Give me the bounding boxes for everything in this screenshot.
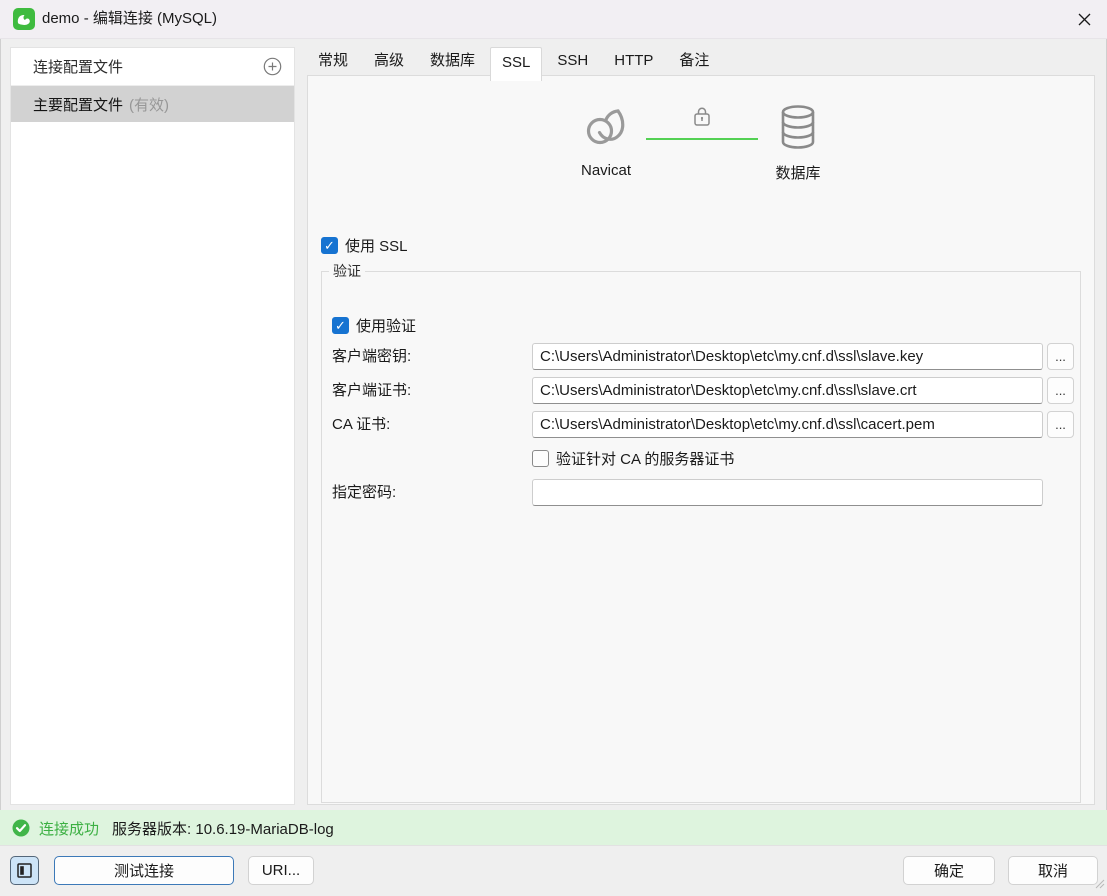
client-key-input[interactable]	[532, 343, 1043, 370]
tab-http[interactable]: HTTP	[603, 47, 664, 75]
connection-profiles-sidebar: 连接配置文件 主要配置文件 (有效)	[10, 47, 295, 805]
sidebar-item-main-profile[interactable]: 主要配置文件 (有效)	[11, 86, 294, 122]
client-cert-input[interactable]	[532, 377, 1043, 404]
client-key-browse-button[interactable]: ...	[1047, 343, 1074, 370]
verify-server-cert-checkbox[interactable]: 验证针对 CA 的服务器证书	[532, 448, 734, 469]
ca-cert-input[interactable]	[532, 411, 1043, 438]
diagram-navicat-label: Navicat	[546, 162, 666, 179]
server-version-text: 服务器版本: 10.6.19-MariaDB-log	[112, 818, 334, 839]
test-connection-button[interactable]: 测试连接	[54, 856, 234, 885]
profile-status-suffix: (有效)	[129, 94, 169, 115]
sidebar-toggle-button[interactable]	[10, 856, 39, 885]
passphrase-input[interactable]	[532, 479, 1043, 506]
title-bar: demo - 编辑连接 (MySQL)	[0, 0, 1107, 39]
ca-cert-browse-button[interactable]: ...	[1047, 411, 1074, 438]
use-authentication-checkbox-box[interactable]	[332, 317, 349, 334]
sidebar-header-label: 连接配置文件	[33, 56, 123, 77]
use-ssl-label: 使用 SSL	[345, 235, 408, 256]
add-profile-icon[interactable]	[263, 57, 282, 76]
profile-name: 主要配置文件	[33, 94, 123, 115]
ca-cert-label: CA 证书:	[332, 411, 390, 438]
uri-button[interactable]: URI...	[248, 856, 314, 885]
cancel-button[interactable]: 取消	[1008, 856, 1098, 885]
sidebar-header: 连接配置文件	[11, 48, 294, 86]
lock-icon	[693, 106, 711, 133]
connection-status-bar: 连接成功 服务器版本: 10.6.19-MariaDB-log	[0, 810, 1107, 846]
client-cert-browse-button[interactable]: ...	[1047, 377, 1074, 404]
panel-left-icon	[17, 863, 32, 878]
success-check-icon	[12, 819, 30, 837]
status-text: 连接成功	[39, 818, 99, 839]
database-icon	[778, 103, 818, 156]
authentication-group-title: 验证	[329, 261, 365, 281]
use-ssl-checkbox-box[interactable]	[321, 237, 338, 254]
tab-ssl[interactable]: SSL	[490, 47, 542, 81]
tab-general[interactable]: 常规	[307, 47, 359, 75]
client-cert-label: 客户端证书:	[332, 377, 411, 404]
navicat-logo-icon	[584, 104, 630, 155]
resize-grip[interactable]	[1095, 876, 1105, 894]
authentication-group: 验证 使用验证 客户端密钥: ... 客户端证书: ... CA 证书: ...…	[321, 261, 1081, 803]
use-authentication-label: 使用验证	[356, 315, 416, 336]
verify-server-cert-label: 验证针对 CA 的服务器证书	[556, 448, 734, 469]
passphrase-label: 指定密码:	[332, 479, 396, 506]
dialog-footer: 测试连接 URI... 确定 取消	[0, 845, 1107, 896]
use-authentication-checkbox[interactable]: 使用验证	[332, 315, 416, 336]
navicat-app-icon	[13, 8, 35, 30]
connection-line	[646, 138, 758, 140]
tab-notes[interactable]: 备注	[668, 47, 720, 75]
connection-tabs: 常规 高级 数据库 SSL SSH HTTP 备注	[307, 47, 724, 75]
diagram-database-label: 数据库	[738, 162, 858, 183]
close-icon[interactable]	[1061, 0, 1107, 38]
tab-advanced[interactable]: 高级	[363, 47, 415, 75]
window-title: demo - 编辑连接 (MySQL)	[42, 0, 217, 38]
verify-server-cert-checkbox-box[interactable]	[532, 450, 549, 467]
ssl-tab-panel: Navicat 数据库 使用 SSL 验证 使用验证 客户端密钥: ... 客户…	[307, 75, 1095, 805]
use-ssl-checkbox[interactable]: 使用 SSL	[321, 235, 408, 256]
client-key-label: 客户端密钥:	[332, 343, 411, 370]
ok-button[interactable]: 确定	[903, 856, 995, 885]
edit-connection-dialog: demo - 编辑连接 (MySQL) 连接配置文件 主要配置文件 (有效) 常…	[0, 0, 1107, 896]
tab-databases[interactable]: 数据库	[419, 47, 486, 75]
tab-ssh[interactable]: SSH	[546, 47, 599, 75]
